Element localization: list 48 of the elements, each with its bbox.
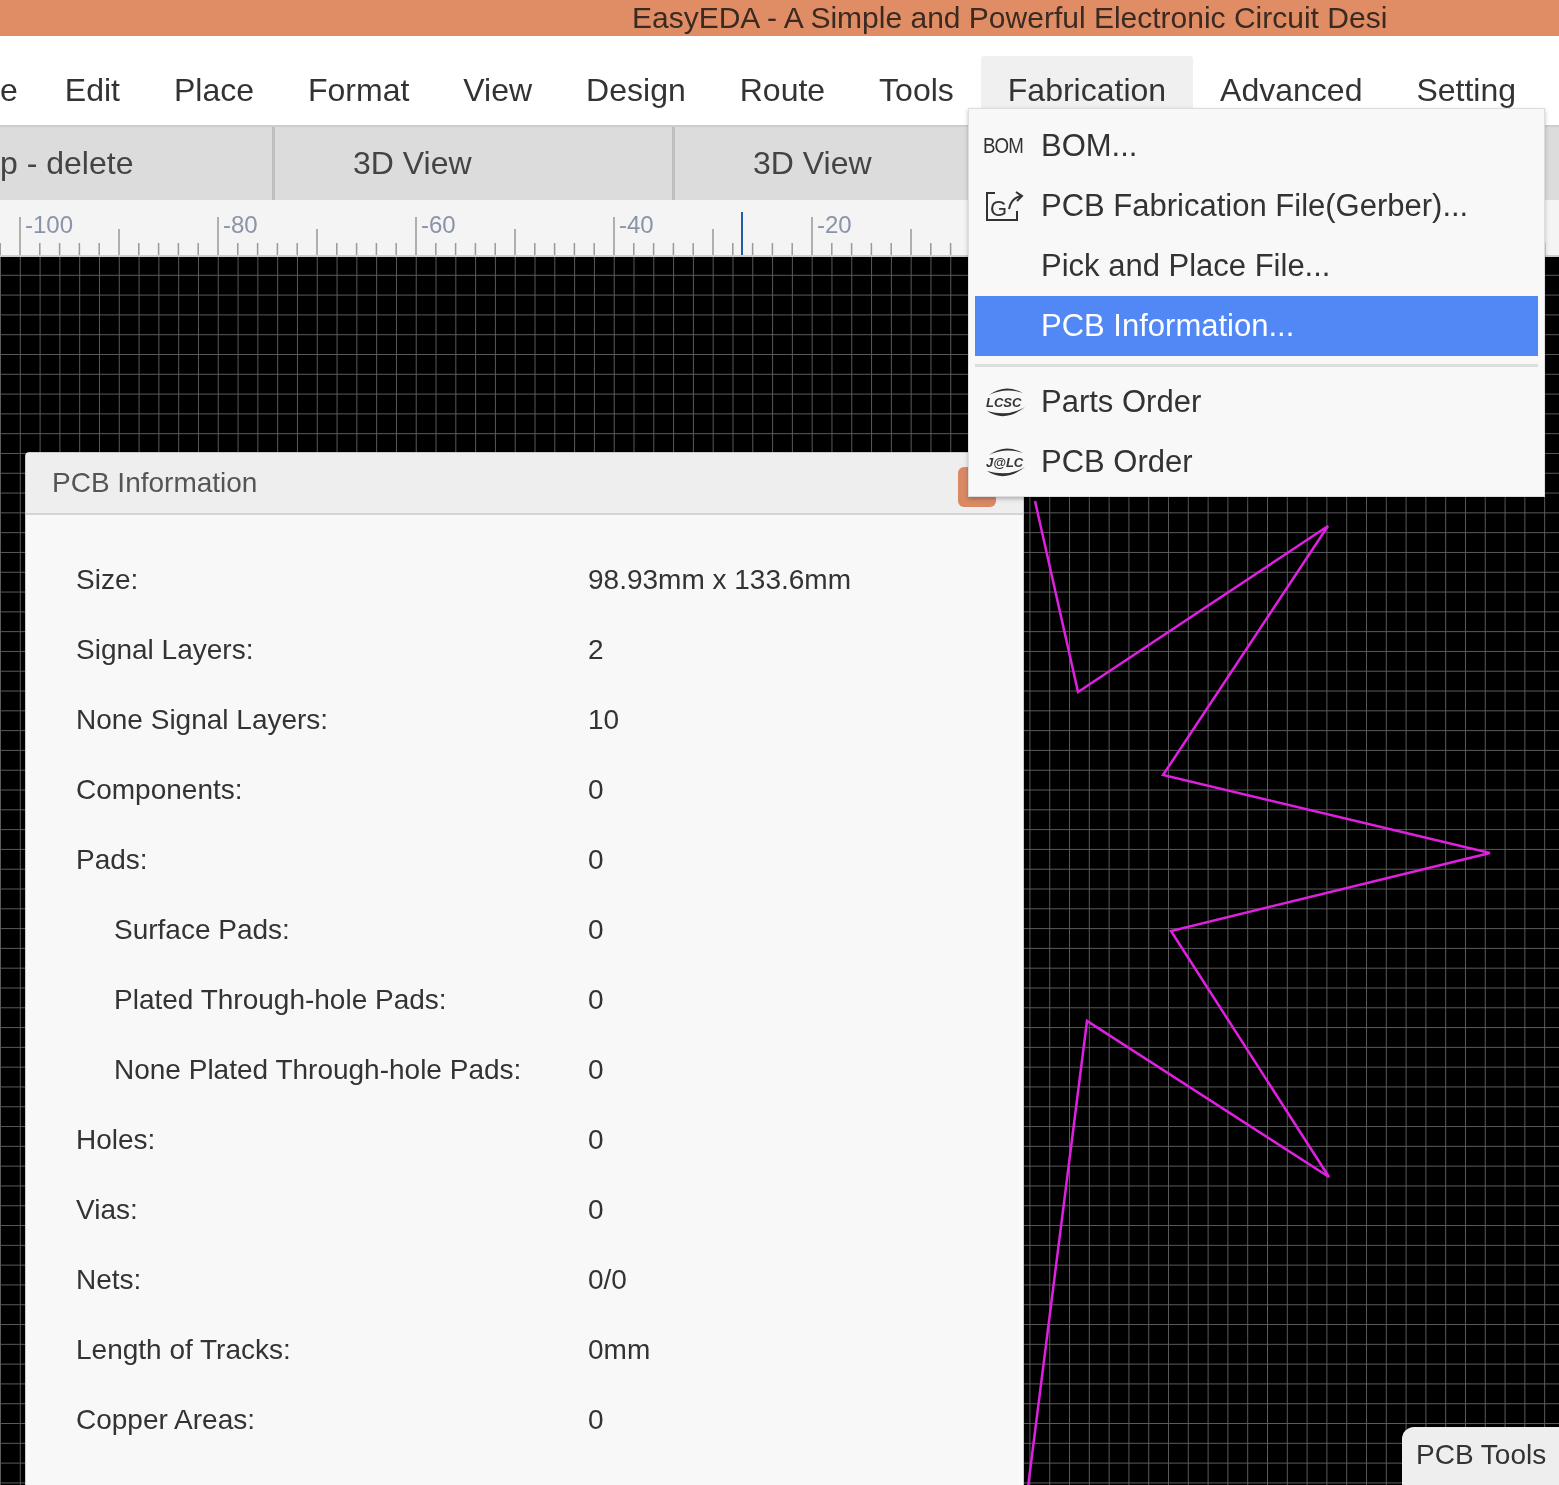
menu-item[interactable]: Route	[712, 56, 853, 125]
info-value: 2	[588, 634, 604, 666]
info-value: 0	[588, 1404, 604, 1436]
info-value: 0	[588, 1054, 604, 1086]
cursor-marker	[741, 211, 743, 255]
info-label: Size:	[76, 564, 140, 596]
menu-option[interactable]: LCSC Parts Order	[975, 372, 1538, 432]
info-label: Vias:	[76, 1194, 139, 1226]
info-value: 0	[588, 914, 604, 946]
info-value: 0	[588, 984, 604, 1016]
info-value: 98.93mm x 133.6mm	[588, 564, 851, 596]
info-label: Holes:	[76, 1124, 157, 1156]
ruler-label: -40	[619, 211, 654, 238]
info-value: 0mm	[588, 1334, 651, 1366]
dialog-title: PCB Information	[52, 467, 258, 499]
ruler-label: -100	[25, 211, 74, 238]
menu-item[interactable]: Design	[559, 56, 713, 125]
info-value: 0	[588, 774, 604, 806]
info-value: 0	[588, 1194, 604, 1226]
info-value: 0	[588, 844, 604, 876]
ruler-label: -80	[223, 211, 258, 238]
bom-icon: BOM	[983, 133, 1024, 159]
info-value: 0/0	[588, 1264, 627, 1296]
window-title: EasyEDA - A Simple and Powerful Electronic Circuit Desi	[632, 0, 1388, 36]
ruler-label: -20	[817, 211, 852, 238]
info-value: 0	[588, 1124, 604, 1156]
info-label: Components:	[76, 774, 244, 806]
menu-option[interactable]: J@LC PCB Order	[975, 432, 1538, 492]
menu-item[interactable]: Edit	[37, 56, 147, 125]
info-label: Plated Through-hole Pads:	[113, 984, 448, 1016]
menu-option[interactable]: Pick and Place File...	[975, 236, 1538, 296]
info-label: Copper Areas:	[76, 1404, 256, 1436]
info-label: None Signal Layers:	[76, 704, 330, 736]
ruler-label: -60	[421, 211, 456, 238]
menu-item[interactable]: Format	[281, 56, 437, 125]
menu-item[interactable]: e	[0, 56, 38, 125]
menu-item[interactable]: View	[436, 56, 560, 125]
info-label: Length of Tracks:	[76, 1334, 292, 1366]
info-value: 10	[588, 704, 620, 736]
menu-item[interactable]: Place	[146, 56, 281, 125]
info-label: Nets:	[76, 1264, 143, 1296]
panel-title: PCB Tools	[1416, 1439, 1547, 1470]
info-label: Surface Pads:	[113, 914, 291, 946]
document-tab[interactable]: p - delete	[0, 127, 275, 200]
info-label: Pads:	[76, 844, 149, 876]
pcb-tools-panel[interactable]: PCB Tools	[1402, 1427, 1559, 1485]
info-label: None Plated Through-hole Pads:	[113, 1054, 523, 1086]
info-label: Signal Layers:	[76, 634, 255, 666]
